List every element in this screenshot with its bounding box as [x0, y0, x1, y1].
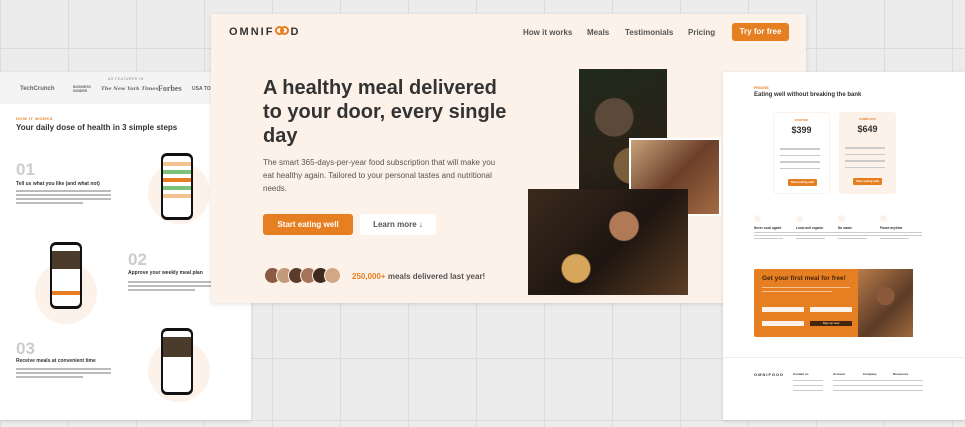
sign-up-button[interactable]: Sign up now — [810, 321, 852, 326]
footer-column: Account — [833, 372, 863, 395]
plan-name: STARTER — [794, 118, 809, 122]
feature-item: No waste — [838, 215, 880, 241]
top-navigation: OMNIF D How it works Meals Testimonials P… — [211, 14, 806, 50]
plan-price: $399 — [791, 125, 812, 135]
meals-delivered-text: 250,000+ meals delivered last year! — [352, 272, 486, 281]
footer: OMNIFOOD Contact us Account Company Reso… — [723, 357, 965, 420]
pause-icon — [880, 215, 887, 222]
steps-subheading: HOW IT WORKS — [16, 116, 53, 121]
step-title: Approve your weekly meal plan — [128, 270, 203, 276]
plan-price: $649 — [857, 124, 878, 134]
cta-image — [858, 269, 913, 337]
source-select[interactable] — [762, 321, 804, 326]
cta-section: Get your first meal for free! Sign up no… — [754, 269, 913, 337]
feature-item: Local and organic — [796, 215, 838, 241]
step-title: Tell us what you like (and what not) — [16, 181, 100, 187]
woman-eating-image — [528, 189, 688, 295]
step-number: 01 — [16, 160, 35, 179]
hero-description: The smart 365-days-per-year food subscri… — [263, 158, 496, 193]
hero-panel: OMNIF D How it works Meals Testimonials P… — [211, 14, 806, 303]
plan-button[interactable]: Start eating well — [788, 179, 817, 186]
leaf-icon — [796, 215, 803, 222]
email-input[interactable] — [810, 307, 852, 312]
nav-link-testimonials[interactable]: Testimonials — [625, 28, 673, 37]
pricing-panel: PRICING Eating well without breaking the… — [723, 72, 965, 420]
press-logo-techcrunch: TechCrunch — [20, 86, 55, 92]
press-logo-business-insider: BUSINESS INSIDER — [73, 85, 91, 94]
phone-mockup — [161, 328, 193, 395]
avatar — [324, 267, 341, 284]
step-description — [128, 281, 223, 295]
recycle-icon — [838, 215, 845, 222]
cta-title: Get your first meal for free! — [762, 275, 846, 282]
step-number: 02 — [128, 250, 147, 269]
nav-link-pricing[interactable]: Pricing — [688, 28, 715, 37]
double-o-logo-icon — [275, 26, 290, 36]
pricing-title: Eating well without breaking the bank — [754, 92, 862, 98]
phone-mockup — [161, 153, 193, 220]
step-description — [16, 190, 111, 204]
featured-in-label: AS FEATURED IN — [108, 77, 144, 81]
press-logo-forbes: Forbes — [158, 84, 182, 93]
pricing-subheading: PRICING — [754, 86, 769, 90]
learn-more-button[interactable]: Learn more ↓ — [360, 214, 436, 235]
pricing-card-starter: STARTER $399 Start eating well — [773, 112, 830, 194]
omnifood-logo[interactable]: OMNIF D — [229, 26, 300, 38]
feature-item: Pause anytime — [880, 215, 922, 241]
plan-name: COMPLETE — [859, 117, 876, 121]
nav-link-meals[interactable]: Meals — [587, 28, 609, 37]
footer-column: Resources — [893, 372, 923, 395]
pricing-card-complete: COMPLETE $649 Start eating well — [839, 112, 896, 194]
try-for-free-button[interactable]: Try for free — [732, 23, 789, 41]
infinity-icon — [754, 215, 761, 222]
footer-column: Company — [863, 372, 893, 395]
hero-title: A healthy meal delivered to your door, e… — [263, 77, 507, 147]
footer-logo[interactable]: OMNIFOOD — [754, 372, 784, 377]
plan-button[interactable]: Start eating well — [853, 178, 882, 185]
start-eating-well-button[interactable]: Start eating well — [263, 214, 353, 235]
phone-mockup — [50, 242, 82, 309]
step-title: Receive meals at convenient time — [16, 358, 96, 364]
nav-link-how-it-works[interactable]: How it works — [523, 28, 572, 37]
footer-column: Contact us — [793, 372, 823, 395]
press-logo-nyt: The New York Times — [101, 86, 159, 92]
steps-title: Your daily dose of health in 3 simple st… — [16, 123, 178, 132]
feature-item: Never cook again! — [754, 215, 796, 241]
full-name-input[interactable] — [762, 307, 804, 312]
step-number: 03 — [16, 339, 35, 358]
step-description — [16, 368, 111, 382]
